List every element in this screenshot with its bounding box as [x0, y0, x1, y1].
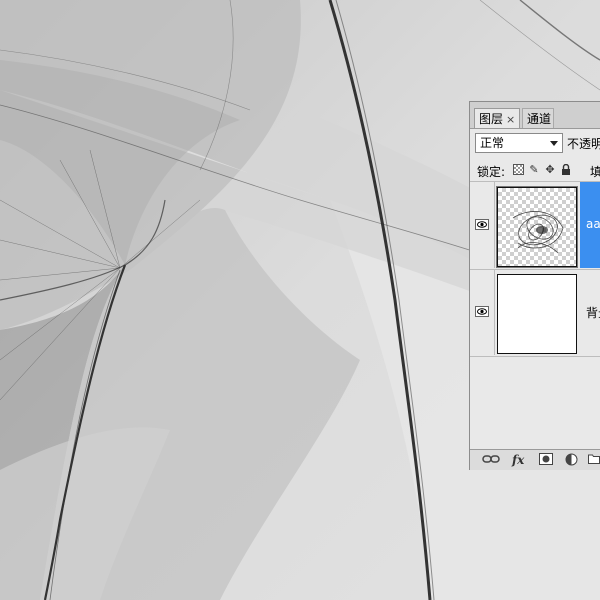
tab-channels[interactable]: 通道: [522, 108, 554, 128]
move-icon[interactable]: ✥: [544, 164, 556, 176]
layer-thumbnail-aa[interactable]: [496, 186, 578, 268]
lock-transparent-icon[interactable]: [513, 164, 524, 175]
adjustment-icon[interactable]: [565, 453, 578, 467]
opacity-label: 不透明: [567, 137, 600, 151]
layers-list: aa 背景: [470, 182, 600, 452]
blend-row: 正常 不透明: [470, 132, 600, 154]
layer-name-area[interactable]: aa: [580, 182, 600, 268]
panel-tab-bar: 图层 × 通道: [470, 102, 600, 129]
eye-icon: [475, 219, 489, 230]
blend-mode-select[interactable]: 正常: [475, 133, 563, 153]
lock-label: 锁定:: [477, 165, 506, 179]
fill-label: 填: [590, 165, 600, 179]
blend-mode-value: 正常: [480, 136, 505, 150]
chevron-down-icon: [550, 141, 558, 146]
layer-name-background: 背景: [586, 306, 600, 320]
lock-icon[interactable]: [560, 163, 572, 176]
lock-row: 锁定: ✎ ✥ 填: [470, 159, 600, 182]
layer-thumbnail-background[interactable]: [497, 274, 577, 354]
tab-layers[interactable]: 图层 ×: [474, 108, 520, 128]
tab-channels-label: 通道: [527, 112, 552, 126]
artwork-thumbnail-icon: [512, 211, 564, 254]
close-icon[interactable]: ×: [506, 112, 515, 128]
eye-icon: [475, 306, 489, 317]
mask-icon[interactable]: [539, 453, 553, 467]
layer-name-area[interactable]: 背景: [580, 269, 600, 355]
folder-icon[interactable]: [588, 453, 600, 467]
visibility-toggle[interactable]: [470, 182, 495, 268]
layers-panel: 图层 × 通道 正常 不透明 锁定: ✎ ✥ 填 aa 背 fx: [469, 101, 600, 470]
brush-icon[interactable]: ✎: [528, 164, 540, 176]
link-icon[interactable]: [482, 453, 500, 467]
visibility-toggle[interactable]: [470, 269, 495, 355]
layer-row-aa[interactable]: aa: [470, 182, 600, 270]
layer-name-aa: aa: [586, 217, 600, 231]
fx-icon[interactable]: fx: [512, 453, 524, 467]
panel-bottom-bar: fx: [470, 449, 600, 470]
layer-row-background[interactable]: 背景: [470, 269, 600, 357]
tab-layers-label: 图层: [479, 112, 504, 126]
